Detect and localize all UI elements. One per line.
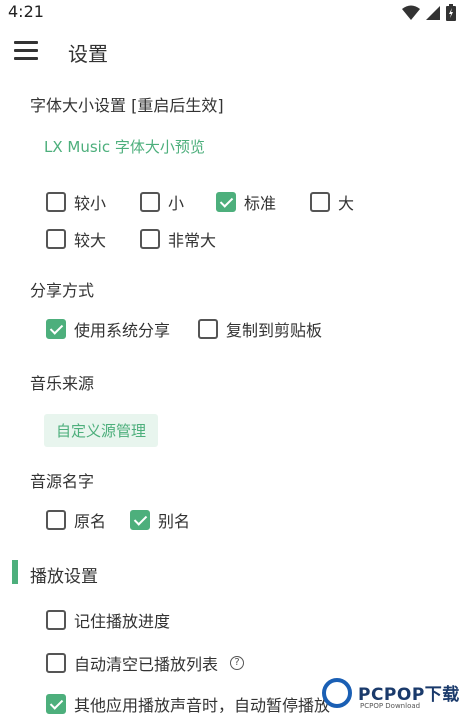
checkbox-icon: [198, 319, 218, 339]
checkbox-icon: [46, 510, 66, 530]
option-label: 记住播放进度: [74, 612, 171, 631]
watermark-subtext: PCPOP Download: [360, 702, 421, 710]
option-label: 大: [338, 194, 355, 213]
checkbox-checked-icon: [46, 694, 66, 714]
option-label: 使用系统分享: [74, 321, 171, 340]
option-label: 较小: [74, 194, 107, 213]
font-size-option-large[interactable]: 大: [310, 190, 354, 214]
font-size-preview: LX Music 字体大小预览: [44, 138, 205, 156]
checkbox-icon: [140, 229, 160, 249]
font-size-option-very-large[interactable]: 非常大: [140, 227, 216, 251]
font-size-label: 字体大小设置 [重启后生效]: [30, 96, 224, 115]
share-label: 分享方式: [30, 281, 95, 300]
option-label: 其他应用播放声音时，自动暂停播放: [74, 696, 331, 715]
app-bar: 设置: [0, 26, 466, 78]
checkbox-icon: [46, 229, 66, 249]
option-label: 较大: [74, 231, 107, 250]
option-auto-pause[interactable]: 其他应用播放声音时，自动暂停播放: [46, 692, 330, 716]
option-label: 标准: [244, 194, 277, 213]
font-size-option-small[interactable]: 小: [140, 190, 184, 214]
custom-source-button[interactable]: 自定义源管理: [44, 414, 159, 447]
option-remember-progress[interactable]: 记住播放进度: [46, 608, 170, 632]
checkbox-icon: [46, 192, 66, 212]
playback-settings-title: 播放设置: [30, 567, 98, 587]
music-source-label: 音乐来源: [30, 374, 95, 393]
option-label: 小: [168, 194, 185, 213]
status-time: 4:21: [8, 2, 44, 21]
help-icon[interactable]: ?: [230, 656, 245, 670]
option-label: 自动清空已播放列表: [74, 655, 219, 674]
page-title: 设置: [68, 42, 108, 66]
font-size-option-standard[interactable]: 标准: [216, 190, 276, 214]
checkbox-icon: [310, 192, 330, 212]
source-name-option-alias[interactable]: 别名: [130, 508, 190, 532]
section-accent-bar: [12, 560, 18, 584]
source-name-label: 音源名字: [30, 472, 95, 491]
battery-icon: [446, 4, 456, 21]
source-name-option-original[interactable]: 原名: [46, 508, 106, 532]
watermark-logo: PCPOP下载 PCPOP Download: [322, 676, 466, 720]
status-icons: [402, 4, 456, 21]
option-label: 原名: [74, 512, 107, 531]
checkbox-icon: [140, 192, 160, 212]
option-label: 复制到剪贴板: [226, 321, 323, 340]
checkbox-icon: [46, 610, 66, 630]
share-option-clipboard[interactable]: 复制到剪贴板: [198, 317, 322, 341]
status-bar: 4:21: [0, 0, 466, 26]
option-label: 别名: [158, 512, 191, 531]
option-auto-clear-played[interactable]: 自动清空已播放列表 ?: [46, 651, 245, 675]
checkbox-checked-icon: [130, 510, 150, 530]
option-label: 非常大: [168, 231, 217, 250]
checkbox-checked-icon: [216, 192, 236, 212]
font-size-option-smaller[interactable]: 较小: [46, 190, 106, 214]
checkbox-icon: [46, 653, 66, 673]
share-option-system[interactable]: 使用系统分享: [46, 317, 170, 341]
signal-icon: [426, 5, 440, 20]
menu-icon[interactable]: [14, 41, 38, 61]
logo-icon: [322, 678, 352, 708]
font-size-option-larger[interactable]: 较大: [46, 227, 106, 251]
checkbox-checked-icon: [46, 319, 66, 339]
wifi-icon: [402, 5, 420, 20]
